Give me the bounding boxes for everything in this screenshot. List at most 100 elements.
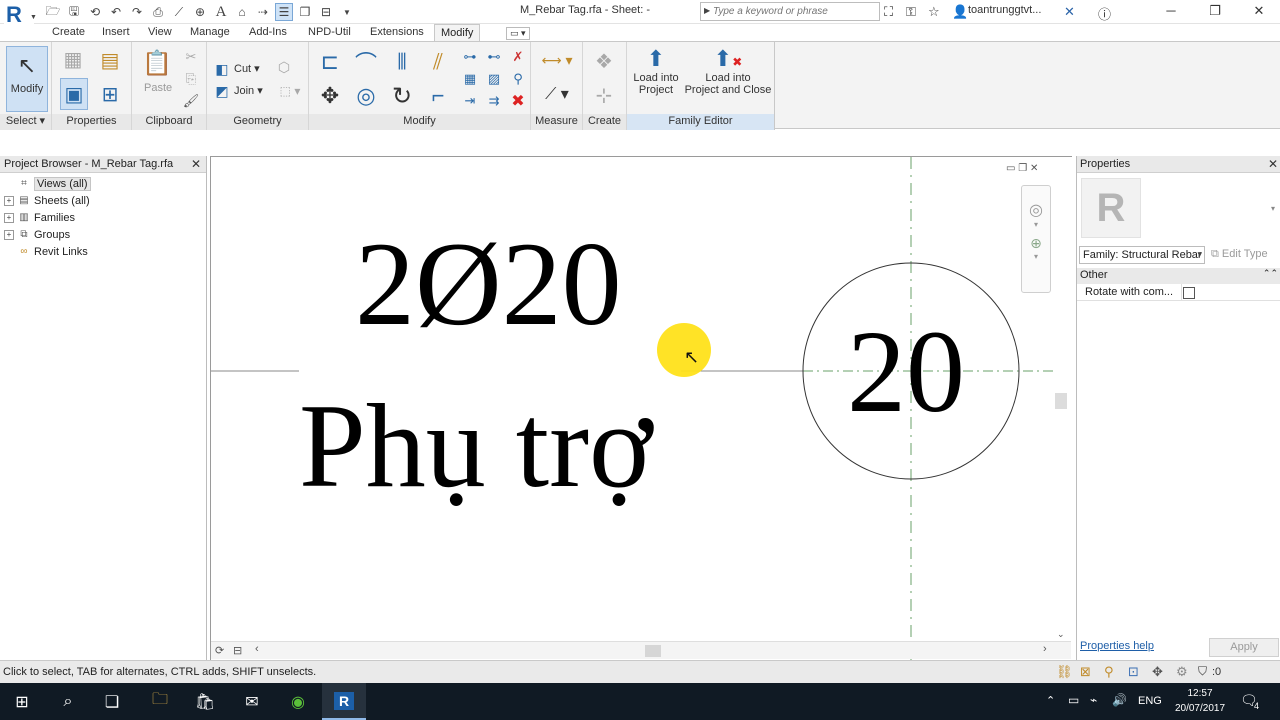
load-into-project-button[interactable]: ⬆ Load into Project xyxy=(629,46,683,112)
close-icon[interactable]: ✕ xyxy=(1268,157,1278,171)
store-icon[interactable]: 🛍 xyxy=(183,683,227,720)
rotate-checkbox[interactable] xyxy=(1183,287,1195,299)
3d-view-icon[interactable]: ⌂ xyxy=(233,3,251,21)
align-icon[interactable]: ⊏ xyxy=(315,48,345,76)
tree-item-revit-links[interactable]: ∞ Revit Links xyxy=(4,243,87,260)
cut-clipboard-icon[interactable]: ✂ xyxy=(182,48,200,66)
create-similar-icon[interactable]: ❖ xyxy=(589,48,619,74)
zoom-region-icon[interactable]: ⊕ xyxy=(1022,235,1050,252)
select-pinned-icon[interactable]: ⚲ xyxy=(1104,664,1114,680)
tag-icon[interactable]: ⊕ xyxy=(191,3,209,21)
steering-wheel-icon[interactable]: ◎ xyxy=(1022,200,1050,220)
customize-qat-icon[interactable]: ▼ xyxy=(338,3,356,21)
vertical-scrollbar-thumb[interactable] xyxy=(1055,393,1067,409)
user-name[interactable]: toantrunggtvt... xyxy=(968,4,1041,16)
mirror-draw-icon[interactable]: ⫽ xyxy=(423,48,453,76)
collapse-icon[interactable]: ⌃⌃ xyxy=(1263,268,1278,279)
offset-icon[interactable]: ⌒ xyxy=(351,48,381,76)
dimension-icon[interactable]: ⟋ ▾ xyxy=(537,82,577,106)
text-icon[interactable]: A xyxy=(212,3,230,21)
restore-icon[interactable]: ❐ xyxy=(1200,3,1230,21)
horizontal-scrollbar-thumb[interactable] xyxy=(645,645,661,657)
help-icon[interactable]: ⓘ xyxy=(1098,4,1111,23)
undo-icon[interactable]: ↶ xyxy=(107,3,125,21)
windows-start-icon[interactable]: ⊞ xyxy=(0,683,44,720)
expand-icon[interactable]: + xyxy=(4,212,14,223)
cut-geometry-icon[interactable]: ◧ xyxy=(213,60,231,78)
property-group-other[interactable]: Other ⌃⌃ xyxy=(1077,268,1280,284)
trim-extend-icon[interactable]: ⌐ xyxy=(423,82,453,110)
tab-create[interactable]: Create xyxy=(52,26,85,38)
exchange-apps-icon[interactable]: ✕ xyxy=(1064,4,1075,20)
expand-icon[interactable]: + xyxy=(4,229,14,240)
trim-multiple-icon[interactable]: ⇉ xyxy=(485,92,503,110)
tab-insert[interactable]: Insert xyxy=(102,26,130,38)
tree-item-families[interactable]: + ▥ Families xyxy=(4,209,75,226)
rotate-icon[interactable]: ↻ xyxy=(387,82,417,110)
tray-chevron-icon[interactable]: ⌃ xyxy=(1046,694,1055,707)
system-clock[interactable]: 12:57 20/07/2017 xyxy=(1170,686,1230,716)
chevron-down-icon[interactable]: ▾ xyxy=(1022,252,1050,261)
drag-elements-icon[interactable]: ✥ xyxy=(1152,664,1163,680)
scale-icon[interactable]: ▨ xyxy=(485,70,503,88)
scroll-right-icon[interactable]: › xyxy=(1043,643,1047,655)
match-properties-icon[interactable]: 🖌 xyxy=(182,92,200,110)
select-links-icon[interactable]: ⛓ xyxy=(1056,664,1073,680)
print-icon[interactable]: ⎙ xyxy=(149,3,167,21)
paste-icon[interactable]: 📋 xyxy=(142,48,172,78)
close-icon[interactable]: ✕ xyxy=(191,157,201,171)
join-button[interactable]: Join ▾ xyxy=(234,84,263,97)
wall-joins-icon[interactable]: ⬡ xyxy=(275,58,293,76)
subscription-icon[interactable]: ⚿ xyxy=(906,4,916,20)
measure-icon[interactable]: ⟷ ▾ xyxy=(537,48,577,72)
split-face-icon[interactable]: ⬚ ▾ xyxy=(275,82,305,100)
measure-icon[interactable]: ⟋ xyxy=(170,3,188,21)
tag-text-type[interactable]: Phụ trợ xyxy=(299,381,653,511)
array-icon[interactable]: ▦ xyxy=(461,70,479,88)
tab-extensions[interactable]: Extensions xyxy=(370,26,424,38)
close-icon[interactable]: ✕ xyxy=(1244,3,1274,21)
minimize-view-icon[interactable]: ▭ xyxy=(1006,163,1015,174)
network-icon[interactable]: ⌁ xyxy=(1090,693,1097,707)
ribbon-minimize-toggle[interactable]: ▭ ▾ xyxy=(506,27,530,40)
trim-single-icon[interactable]: ⇥ xyxy=(461,92,479,110)
edit-type-button[interactable]: ⧉ Edit Type xyxy=(1209,246,1280,264)
close-hidden-icon[interactable]: ❐ xyxy=(296,3,314,21)
select-panel-label[interactable]: Select ▾ xyxy=(0,114,51,130)
tree-item-views[interactable]: ⌗ Views (all) xyxy=(4,175,91,192)
application-menu-button[interactable]: R ▼ xyxy=(4,2,37,32)
filter-icon[interactable]: ⛉ xyxy=(1198,664,1207,679)
restore-view-icon[interactable]: ❐ xyxy=(1018,163,1027,174)
star-icon[interactable]: ☆ xyxy=(928,4,940,20)
copy-icon[interactable]: ⎘ xyxy=(182,70,200,88)
tab-manage[interactable]: Manage xyxy=(190,26,230,38)
delete-icon[interactable]: ✖ xyxy=(509,92,527,110)
properties-help-link[interactable]: Properties help xyxy=(1080,640,1154,652)
tray-device-icon[interactable]: ▭ xyxy=(1068,693,1079,707)
switch-windows-icon[interactable]: ⊟ xyxy=(317,3,335,21)
search-input[interactable] xyxy=(713,4,877,19)
tab-view[interactable]: View xyxy=(148,26,172,38)
expand-icon[interactable]: + xyxy=(4,195,14,206)
sync-icon[interactable]: ⟲ xyxy=(86,3,104,21)
family-type-selector[interactable]: Family: Structural Rebar Tags ▾ xyxy=(1079,246,1205,264)
tree-item-groups[interactable]: + ⧉ Groups xyxy=(4,226,70,243)
join-icon[interactable]: ◩ xyxy=(213,82,231,100)
tab-npd-util[interactable]: NPD-Util xyxy=(308,26,351,38)
user-icon[interactable]: 👤 xyxy=(952,4,968,20)
volume-icon[interactable]: 🔊 xyxy=(1112,693,1127,707)
chevron-down-icon[interactable]: ▾ xyxy=(1022,220,1050,229)
task-view-icon[interactable]: ❏ xyxy=(90,683,134,720)
cut-geometry-button[interactable]: Cut ▾ xyxy=(234,62,260,75)
visual-style-icon[interactable]: ⟳ xyxy=(215,644,224,657)
background-processes-icon[interactable]: ⚙ xyxy=(1176,664,1188,680)
mirror-axis-icon[interactable]: ⫴ xyxy=(387,48,417,76)
thin-lines-icon[interactable]: ☰ xyxy=(275,3,293,21)
split-gap-icon[interactable]: ⊷ xyxy=(485,48,503,66)
scroll-left-icon[interactable]: ‹ xyxy=(255,643,259,655)
unpin-icon[interactable]: ✗ xyxy=(509,48,527,66)
file-explorer-icon[interactable]: 🗀 xyxy=(138,683,182,720)
redo-icon[interactable]: ↷ xyxy=(128,3,146,21)
open-icon[interactable]: 🗁 xyxy=(44,3,62,21)
revit-taskbar-icon[interactable]: R xyxy=(322,683,366,720)
